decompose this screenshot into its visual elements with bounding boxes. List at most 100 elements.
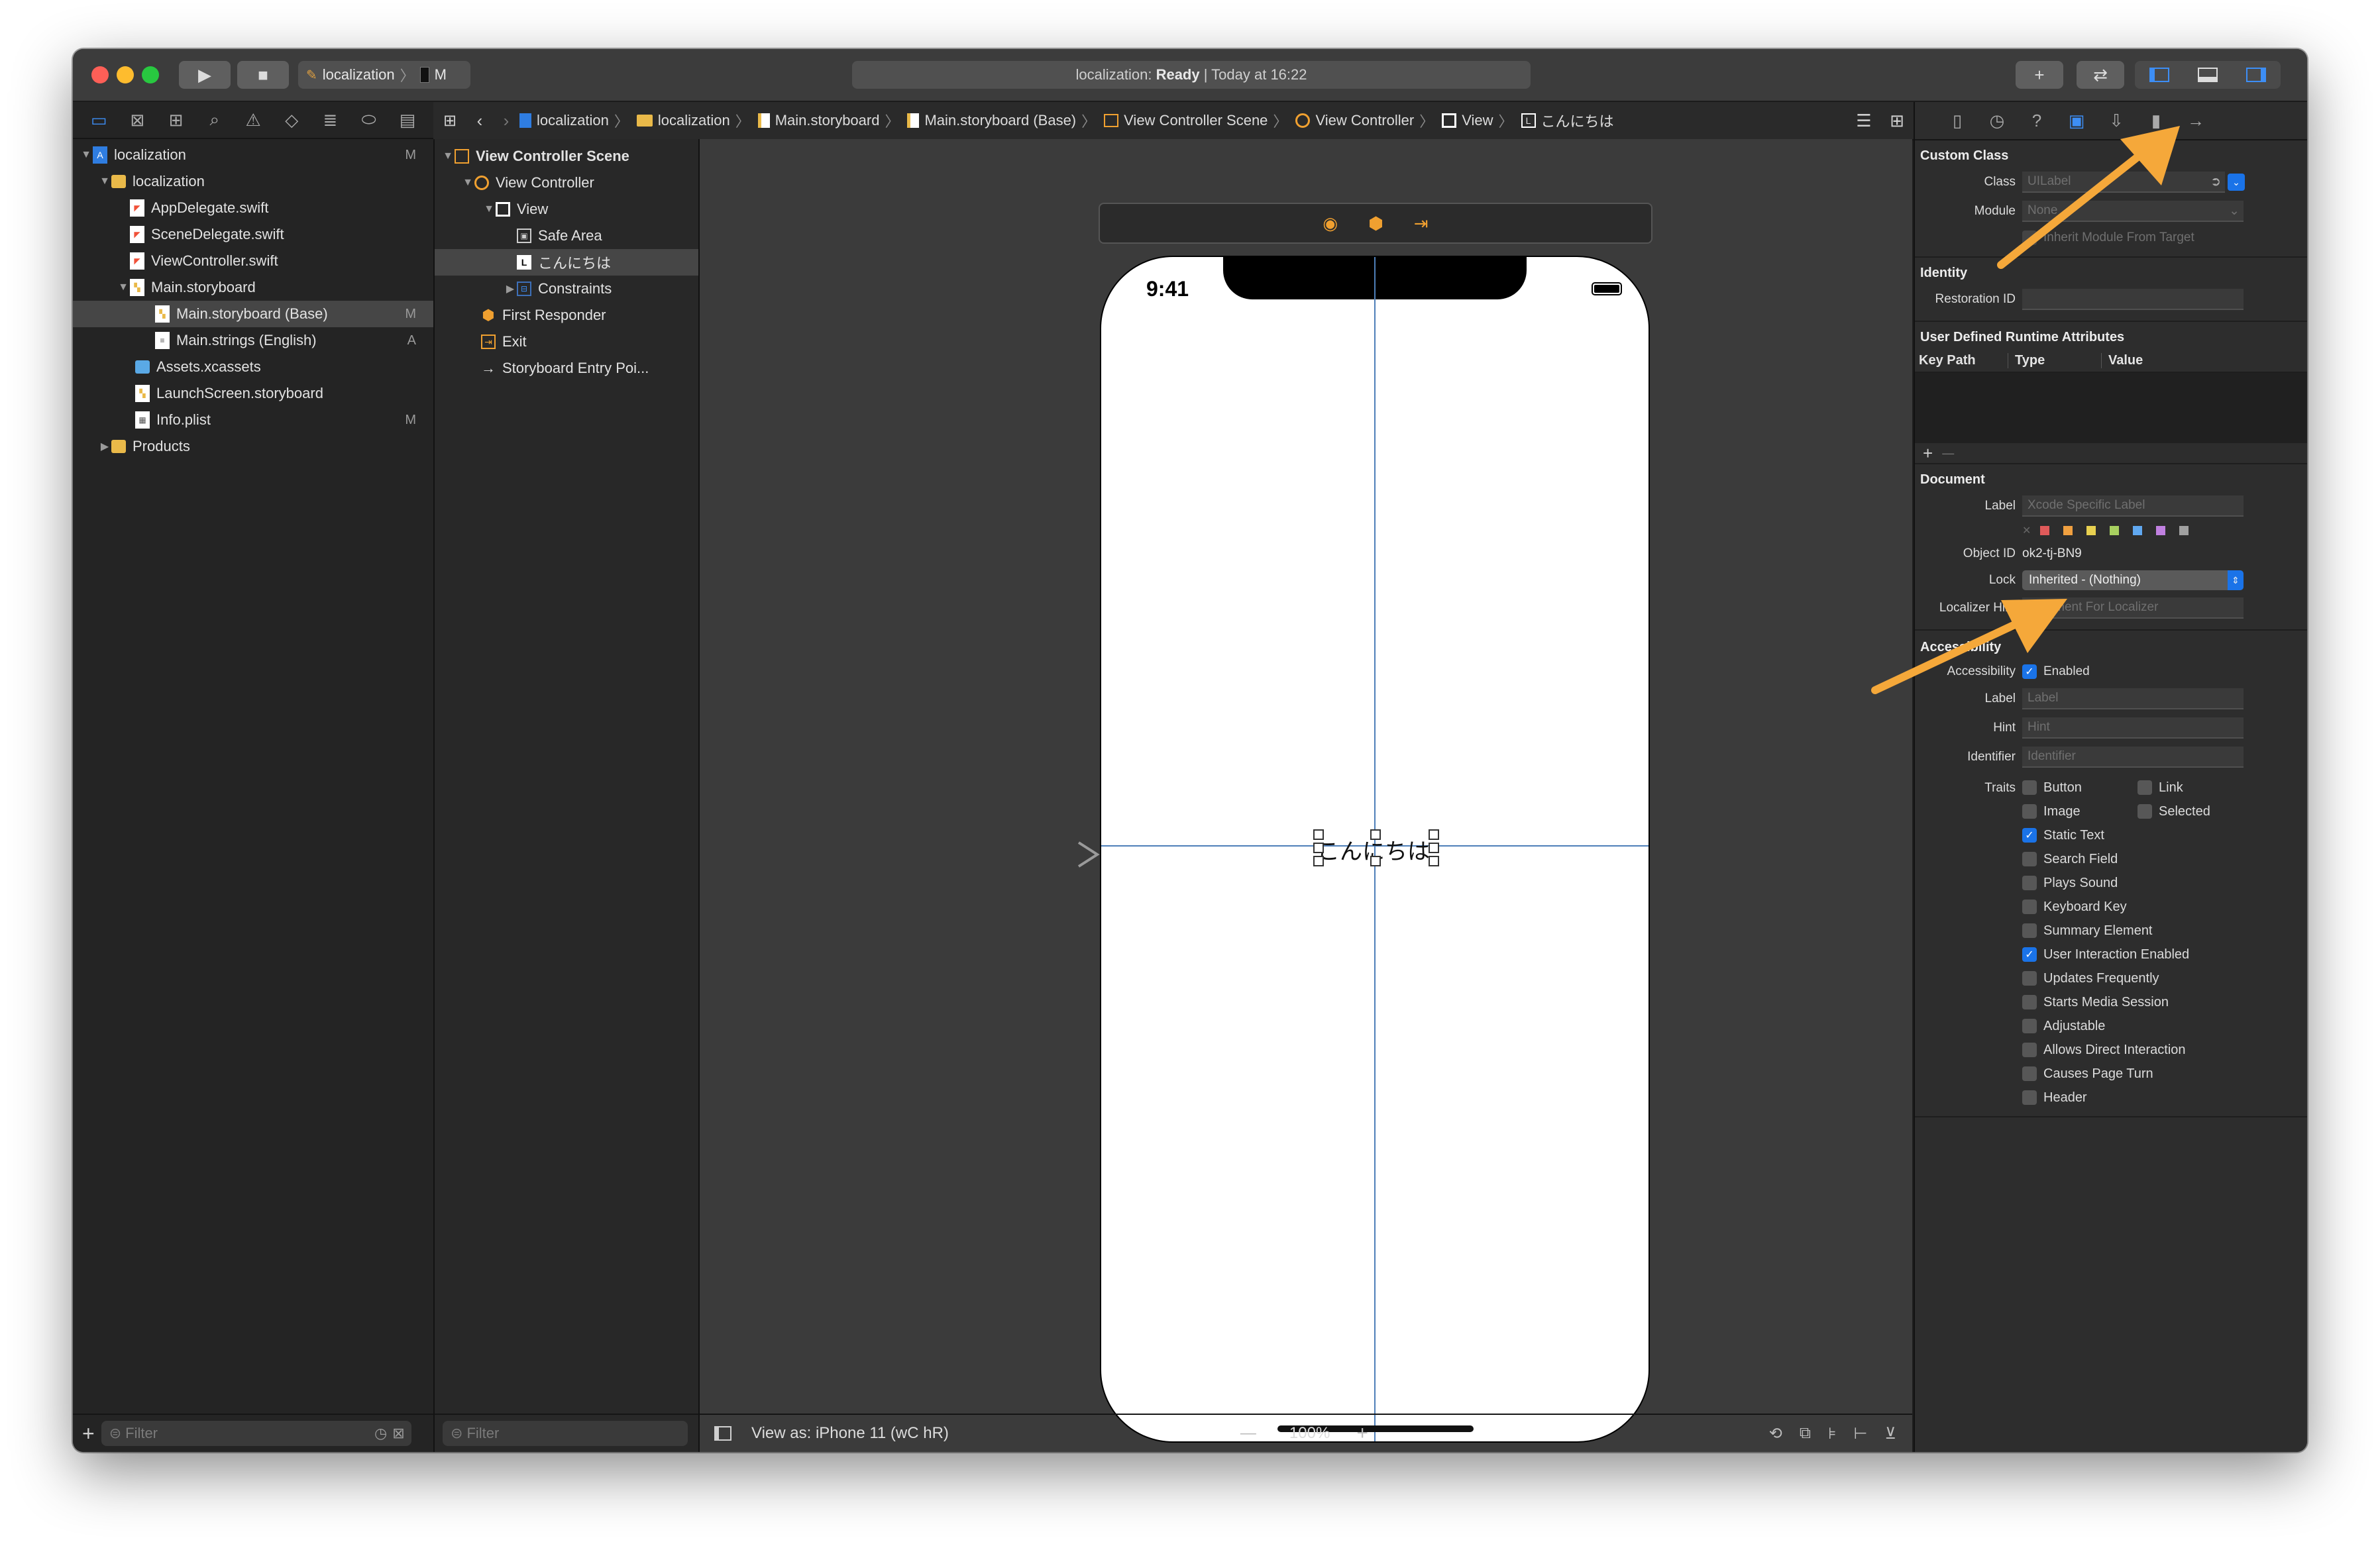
tree-row[interactable]: ◤ ViewController.swift <box>73 248 433 274</box>
disclosure-down-icon[interactable]: ▼ <box>482 203 496 215</box>
breadcrumb-item[interactable]: Main.storyboard <box>757 112 879 129</box>
trait-checkbox[interactable]: ✓ <box>2022 947 2037 962</box>
code-review-button[interactable]: ⇄ <box>2077 61 2124 89</box>
tree-row[interactable]: ▼ ▚ Main.storyboard <box>73 274 433 301</box>
trait-selected[interactable]: Selected <box>2137 800 2210 823</box>
trait-static-text[interactable]: ✓ Static Text <box>2022 823 2307 847</box>
trait-checkbox[interactable] <box>2137 780 2152 795</box>
resize-handle[interactable] <box>1313 856 1324 866</box>
storyboard-entry-arrow-icon[interactable] <box>962 841 1101 868</box>
disclosure-down-icon[interactable]: ▼ <box>461 177 474 189</box>
navigator-filter-input[interactable]: ⊜ Filter ◷ ⊠ <box>101 1421 411 1446</box>
stop-button[interactable]: ■ <box>237 61 289 89</box>
tree-row[interactable]: ◤ AppDelegate.swift <box>73 195 433 221</box>
align-icon[interactable]: ⊧ <box>1828 1424 1837 1443</box>
trait-image[interactable]: Image <box>2022 800 2137 823</box>
test-icon[interactable]: ◇ <box>278 110 305 130</box>
runtime-table-body[interactable] <box>1915 373 2307 443</box>
trait-summary-element[interactable]: Summary Element <box>2022 919 2307 943</box>
red-swatch[interactable] <box>2040 526 2050 535</box>
trait-link[interactable]: Link <box>2137 776 2210 800</box>
zoom-in-button[interactable]: + <box>1356 1422 1368 1445</box>
outline-row[interactable]: ▶ ⊟ Constraints <box>435 276 698 302</box>
library-button[interactable]: + <box>2016 61 2063 89</box>
restoration-id-field[interactable] <box>2022 289 2244 310</box>
outline-row-selected[interactable]: L こんにちは <box>435 249 698 276</box>
breadcrumb-item[interactable]: View Controller <box>1295 112 1414 129</box>
minimize-window-button[interactable] <box>117 66 134 83</box>
yellow-swatch[interactable] <box>2086 526 2096 535</box>
resize-handle[interactable] <box>1429 829 1439 840</box>
warning-icon[interactable]: ⚠ <box>240 110 266 130</box>
outline-toggle-icon[interactable] <box>714 1426 731 1441</box>
view-controller-icon[interactable]: ◉ <box>1323 213 1338 234</box>
resolve-issues-icon[interactable]: ⊻ <box>1884 1424 1896 1443</box>
trait-user-interaction[interactable]: ✓ User Interaction Enabled <box>2022 943 2307 966</box>
connections-inspector-icon[interactable]: → <box>2183 111 2209 131</box>
document-label-field[interactable]: Xcode Specific Label <box>2022 495 2244 517</box>
scm-filter-icon[interactable]: ⊠ <box>392 1425 404 1442</box>
trait-checkbox[interactable] <box>2022 852 2037 866</box>
trait-checkbox[interactable] <box>2137 804 2152 819</box>
value-column[interactable]: Value <box>2102 353 2143 368</box>
breadcrumb-item[interactable]: L こんにちは <box>1521 110 1614 131</box>
trait-direct-interaction[interactable]: Allows Direct Interaction <box>2022 1038 2307 1062</box>
disclosure-down-icon[interactable]: ▼ <box>98 176 111 187</box>
run-button[interactable]: ▶ <box>179 61 231 89</box>
breakpoint-icon[interactable]: ⬭ <box>356 109 382 130</box>
debug-area-toggle-icon[interactable] <box>2197 68 2218 82</box>
disclosure-down-icon[interactable]: ▼ <box>80 149 93 161</box>
breadcrumb-item[interactable]: localization <box>519 112 609 129</box>
trait-checkbox[interactable] <box>2022 1019 2037 1033</box>
trait-plays-sound[interactable]: Plays Sound <box>2022 871 2307 895</box>
resize-handle[interactable] <box>1370 829 1381 840</box>
trait-checkbox[interactable] <box>2022 876 2037 890</box>
trait-checkbox[interactable] <box>2022 995 2037 1009</box>
outline-row[interactable]: ⇥ Exit <box>435 329 698 355</box>
trait-checkbox[interactable] <box>2022 780 2037 795</box>
trait-checkbox[interactable] <box>2022 923 2037 938</box>
add-constraints-icon[interactable]: ⊢ <box>1854 1424 1868 1443</box>
trait-checkbox[interactable] <box>2022 1090 2037 1105</box>
outline-row[interactable]: ⬢ First Responder <box>435 302 698 329</box>
report-icon[interactable]: ▤ <box>394 110 421 130</box>
breadcrumb-item[interactable]: localization <box>636 112 730 129</box>
orange-swatch[interactable] <box>2063 526 2073 535</box>
outline-row[interactable]: ▼ View Controller <box>435 170 698 196</box>
zoom-level[interactable]: 100% <box>1289 1424 1330 1443</box>
update-frames-icon[interactable]: ⟲ <box>1769 1424 1782 1443</box>
trait-checkbox[interactable] <box>2022 900 2037 914</box>
search-icon[interactable]: ⌕ <box>201 109 228 130</box>
debug-icon[interactable]: ≣ <box>317 110 343 130</box>
breadcrumb-item[interactable]: View Controller Scene <box>1104 112 1268 129</box>
trait-starts-media[interactable]: Starts Media Session <box>2022 990 2307 1014</box>
no-color-icon[interactable]: ✕ <box>2022 524 2031 537</box>
outline-row[interactable]: → Storyboard Entry Poi... <box>435 355 698 382</box>
recent-files-icon[interactable]: ◷ <box>374 1425 387 1442</box>
first-responder-icon[interactable]: ⬢ <box>1368 213 1383 234</box>
tree-row[interactable]: Assets.xcassets <box>73 354 433 380</box>
resize-handle[interactable] <box>1313 829 1324 840</box>
close-window-button[interactable] <box>91 66 109 83</box>
breadcrumb-item[interactable]: Main.storyboard (Base) <box>907 112 1076 129</box>
navigator-toggle-icon[interactable] <box>2149 68 2169 82</box>
trait-causes-page-turn[interactable]: Causes Page Turn <box>2022 1062 2307 1086</box>
trait-checkbox[interactable] <box>2022 804 2037 819</box>
tree-row[interactable]: ▼ localization <box>73 168 433 195</box>
scheme-selector[interactable]: ✎ localization 〉 M <box>298 61 470 89</box>
resize-handle[interactable] <box>1429 843 1439 853</box>
disclosure-right-icon[interactable]: ▶ <box>504 282 517 295</box>
folder-icon[interactable]: ▭ <box>85 110 112 130</box>
iphone-view[interactable]: 9:41 こんにちは <box>1100 256 1650 1443</box>
outline-row[interactable]: ▣ Safe Area <box>435 223 698 249</box>
resize-handle[interactable] <box>1429 856 1439 866</box>
add-attribute-button[interactable]: + <box>1923 443 1933 464</box>
go-to-class-icon[interactable]: ➲ <box>2210 174 2221 189</box>
inspector-toggle-icon[interactable] <box>2246 68 2267 82</box>
source-control-icon[interactable]: ⊠ <box>124 110 150 130</box>
blue-swatch[interactable] <box>2133 526 2143 535</box>
view-as-device-button[interactable]: View as: iPhone 11 (wC hR) <box>751 1424 949 1443</box>
exit-icon[interactable]: ⇥ <box>1414 213 1429 234</box>
add-editor-icon[interactable]: ⊞ <box>1880 111 1914 131</box>
outline-row[interactable]: ▼ View <box>435 196 698 223</box>
